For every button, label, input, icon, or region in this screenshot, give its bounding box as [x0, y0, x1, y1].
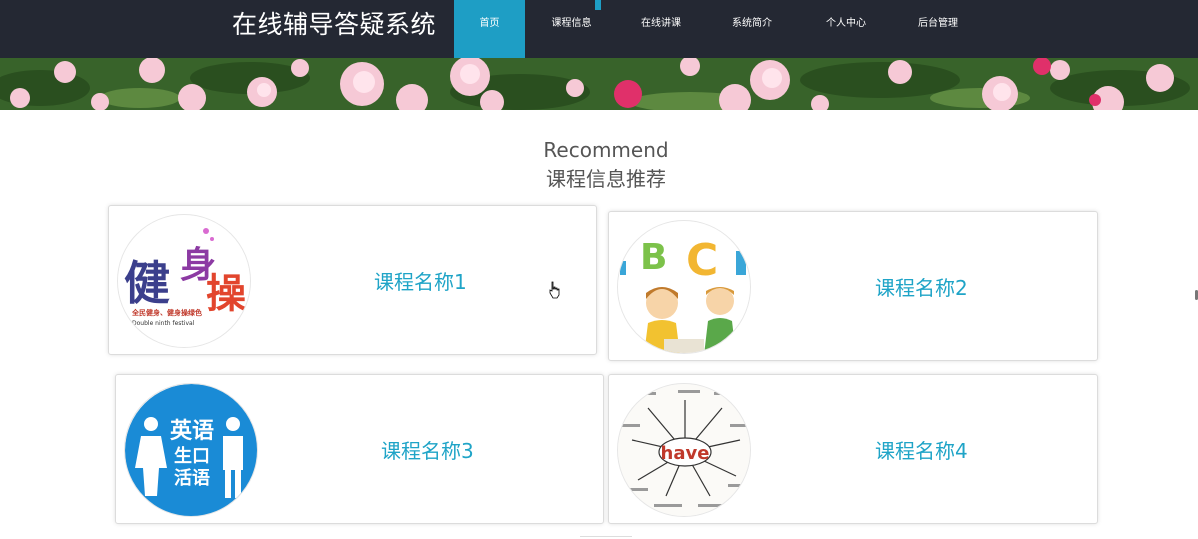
top-navigation-bar: 在线辅导答疑系统 首页 课程信息 在线讲课 系统简介 个人中心 后台管理: [0, 0, 1198, 58]
fitness-caption: 全民健身、健身操绿色: [131, 308, 202, 317]
flower-banner-image: [0, 58, 1198, 110]
course-name-2[interactable]: 课程名称2: [875, 276, 968, 300]
course-card-2[interactable]: B C 课程名称2: [608, 211, 1098, 361]
spoken-english-line-3: 活语: [174, 467, 210, 489]
site-title: 在线辅导答疑系统: [232, 10, 437, 39]
nav-item-online-lecture[interactable]: 在线讲课: [618, 0, 704, 58]
course-name-1[interactable]: 课程名称1: [374, 270, 467, 294]
nav-item-admin[interactable]: 后台管理: [892, 0, 984, 58]
letter-b: B: [640, 237, 667, 278]
letter-c: C: [686, 235, 718, 286]
fitness-char-3: 操: [206, 270, 246, 317]
course-card-4[interactable]: have 课程名称4: [608, 374, 1098, 524]
fitness-char-1: 健: [124, 256, 170, 310]
course-name-4[interactable]: 课程名称4: [875, 439, 968, 463]
course-image-abc-kids[interactable]: B C: [617, 220, 751, 354]
nav-item-course-info[interactable]: 课程信息: [525, 0, 618, 58]
section-title-en: Recommend: [543, 138, 669, 162]
spoken-english-line-1: 英语: [170, 419, 214, 444]
fitness-caption-en: Double ninth festival: [132, 320, 195, 327]
main-nav: 首页 课程信息 在线讲课 系统简介 个人中心 后台管理: [454, 0, 984, 58]
nav-marker: [595, 0, 601, 10]
course-card-1[interactable]: 健 身 操 全民健身、健身操绿色 Double ninth festival 课…: [108, 205, 597, 355]
section-title-cn: 课程信息推荐: [546, 167, 666, 191]
course-image-spoken-english[interactable]: 英语 生口 活语: [124, 383, 258, 517]
course-image-fitness[interactable]: 健 身 操 全民健身、健身操绿色 Double ninth festival: [117, 214, 251, 348]
have-label: have: [661, 443, 710, 464]
spoken-english-line-2: 生口: [174, 445, 210, 467]
course-name-3[interactable]: 课程名称3: [381, 439, 474, 463]
nav-item-personal-center[interactable]: 个人中心: [800, 0, 892, 58]
nav-item-home[interactable]: 首页: [454, 0, 525, 58]
nav-item-system-intro[interactable]: 系统简介: [704, 0, 800, 58]
hand-cursor-icon: [549, 281, 561, 303]
course-card-3[interactable]: 英语 生口 活语 课程名称3: [115, 374, 604, 524]
course-image-have-mindmap[interactable]: have: [617, 383, 751, 517]
